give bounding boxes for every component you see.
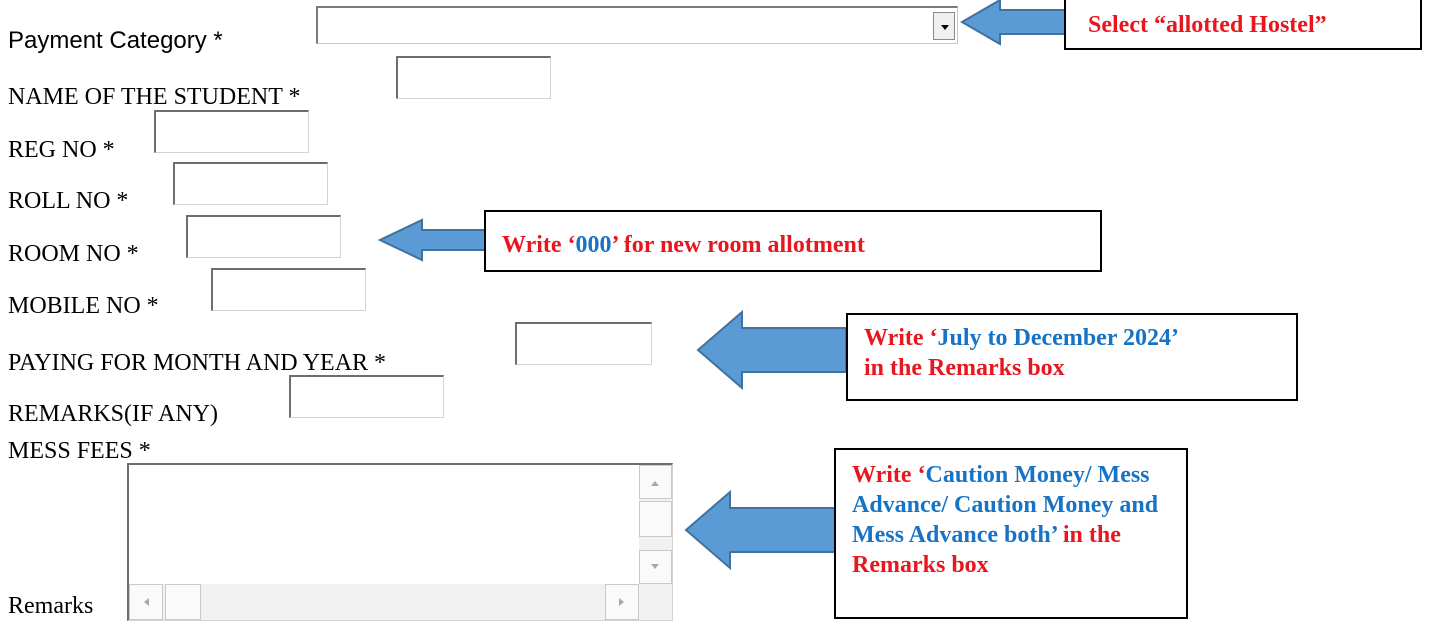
payment-category-select[interactable] [316, 6, 958, 44]
scrollbar-corner [639, 584, 672, 620]
callout-mess-fees: Write ‘Caution Money/ Mess Advance/ Caut… [834, 448, 1188, 619]
mobile-no-label: MOBILE NO * [8, 293, 159, 319]
student-name-label: NAME OF THE STUDENT * [8, 84, 301, 110]
left-arrow-icon [377, 218, 487, 262]
scroll-left-icon[interactable] [129, 584, 163, 620]
callout-month-year: Write ‘July to December 2024’ in the Rem… [846, 313, 1298, 401]
payment-category-label: Payment Category * [8, 27, 223, 54]
scrollbar-thumb[interactable] [639, 501, 672, 537]
scroll-up-icon[interactable] [639, 465, 672, 499]
remarks-label: Remarks [8, 593, 94, 619]
horizontal-scrollbar-thumb[interactable] [165, 584, 201, 620]
left-arrow-icon [696, 309, 847, 391]
room-no-input[interactable] [186, 215, 341, 258]
mess-fees-label: MESS FEES * [8, 438, 151, 464]
left-arrow-icon [684, 489, 837, 571]
callout-select-hostel: Select “allotted Hostel” [1064, 0, 1422, 50]
roll-no-input[interactable] [173, 162, 328, 205]
reg-no-label: REG NO * [8, 137, 115, 163]
room-no-label: ROOM NO * [8, 241, 139, 267]
roll-no-label: ROLL NO * [8, 188, 129, 214]
remarks-textarea[interactable] [127, 463, 673, 621]
remarks-if-any-label: REMARKS(IF ANY) [8, 401, 219, 427]
scroll-down-icon[interactable] [639, 550, 672, 584]
paying-month-year-input[interactable] [515, 322, 652, 365]
horizontal-scrollbar[interactable] [129, 584, 639, 620]
paying-month-year-label: PAYING FOR MONTH AND YEAR * [8, 350, 387, 376]
mobile-no-input[interactable] [211, 268, 366, 311]
reg-no-input[interactable] [154, 110, 309, 153]
remarks-if-any-input[interactable] [289, 375, 444, 418]
dropdown-arrow-icon[interactable] [933, 12, 955, 40]
scroll-right-icon[interactable] [605, 584, 639, 620]
vertical-scrollbar[interactable] [639, 465, 672, 584]
left-arrow-icon [960, 0, 1067, 46]
callout-room-no: Write ‘000’ for new room allotment [484, 210, 1102, 272]
student-name-input[interactable] [396, 56, 551, 99]
